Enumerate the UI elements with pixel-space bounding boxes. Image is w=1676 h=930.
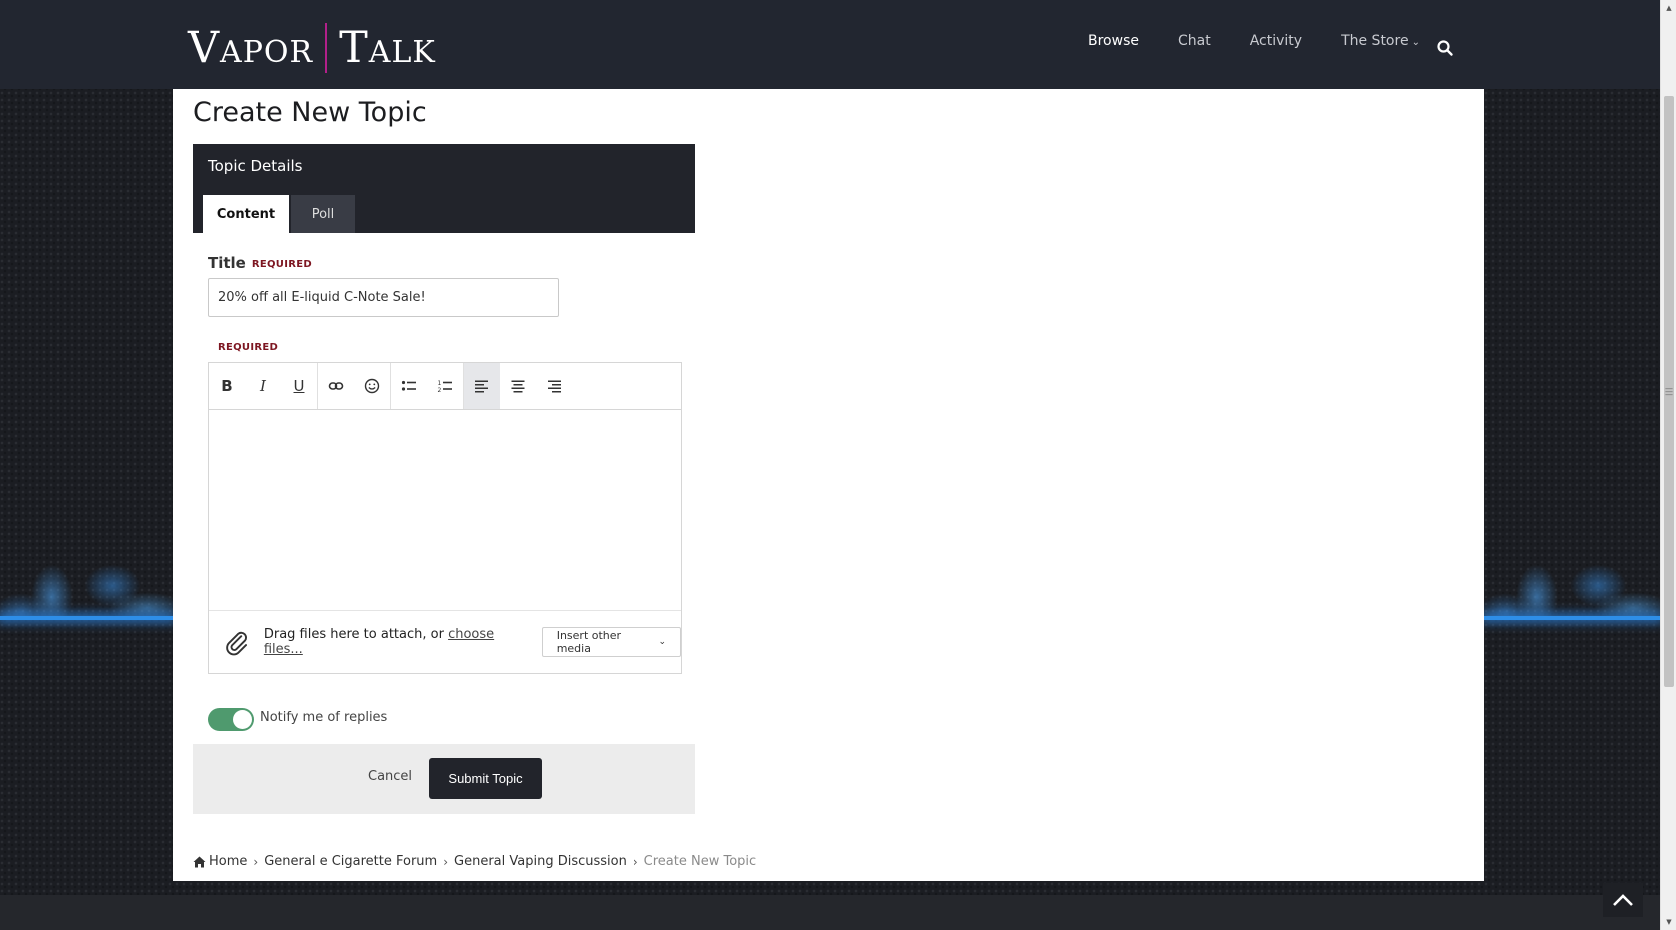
topic-details-header: Topic Details Content Poll (193, 144, 695, 233)
svg-text:1: 1 (438, 380, 442, 387)
align-center-button[interactable] (500, 363, 536, 409)
chevron-right-icon: › (443, 854, 449, 869)
bullet-list-button[interactable] (391, 363, 427, 409)
nav-activity[interactable]: Activity (1250, 33, 1302, 49)
cancel-button[interactable]: Cancel (368, 769, 412, 784)
chevron-down-icon: ⌄ (1411, 37, 1420, 48)
logo-word-left: Vapor (188, 23, 314, 73)
topic-details-label: Topic Details (208, 157, 303, 175)
numbered-list-button[interactable]: 12 (427, 363, 463, 409)
italic-icon: I (260, 377, 266, 395)
list-group: 12 (391, 363, 464, 409)
body-required-badge: REQUIRED (218, 342, 279, 353)
underline-button[interactable]: U (281, 363, 317, 409)
breadcrumb: Home › General e Cigarette Forum › Gener… (193, 854, 756, 869)
tab-content[interactable]: Content (203, 195, 289, 233)
align-left-icon (475, 380, 488, 393)
bold-button[interactable]: B (209, 363, 245, 409)
attachment-bar: Drag files here to attach, or choose fil… (209, 610, 681, 673)
search-icon[interactable] (1436, 39, 1454, 57)
toggle-knob (233, 710, 252, 729)
main-panel: Create New Topic Topic Details Content P… (173, 89, 1484, 881)
nav-the-store[interactable]: The Store ⌄ (1341, 33, 1420, 49)
breadcrumb-general-vaping[interactable]: General Vaping Discussion (454, 854, 627, 869)
align-right-icon (548, 380, 561, 393)
attach-text: Drag files here to attach, or (263, 627, 449, 642)
chevron-up-icon (1613, 894, 1633, 906)
insert-group (318, 363, 391, 409)
breadcrumb-current: Create New Topic (643, 854, 757, 869)
bold-icon: B (221, 377, 233, 395)
insert-media-button[interactable]: Insert other media ⌄ (541, 627, 681, 657)
breadcrumb-home[interactable]: Home (209, 854, 247, 869)
underline-icon: U (293, 377, 305, 395)
rich-text-editor: B I U 12 Drag files here to attach, or c… (208, 362, 682, 674)
site-logo[interactable]: Vapor Talk (188, 22, 436, 74)
scroll-down-arrow[interactable]: ▼ (1661, 914, 1676, 930)
align-right-button[interactable] (536, 363, 572, 409)
main-nav: Browse Chat Activity The Store ⌄ (1088, 33, 1459, 49)
nav-chat[interactable]: Chat (1178, 33, 1211, 49)
logo-divider (325, 23, 328, 73)
bullet-list-icon (401, 380, 416, 391)
title-field-label: Title REQUIRED (208, 254, 312, 272)
site-header: Vapor Talk Browse Chat Activity The Stor… (0, 0, 1660, 89)
scrollbar-grip: — — — (1665, 384, 1673, 399)
chevron-down-icon: ⌄ (658, 637, 666, 647)
align-group (464, 363, 572, 409)
nav-the-store-label: The Store (1341, 33, 1409, 49)
title-required-badge: REQUIRED (251, 259, 312, 270)
logo-word-right: Talk (339, 23, 436, 73)
breadcrumb-general-forum[interactable]: General e Cigarette Forum (264, 854, 437, 869)
footer-strip (0, 895, 1660, 930)
background-smoke-right (1484, 545, 1660, 625)
editor-toolbar: B I U 12 (209, 363, 681, 410)
link-icon (328, 382, 344, 390)
background-smoke-left (0, 545, 173, 625)
scroll-up-arrow[interactable]: ▲ (1661, 0, 1676, 16)
nav-browse[interactable]: Browse (1088, 33, 1139, 49)
tab-poll[interactable]: Poll (291, 195, 355, 233)
format-group: B I U (209, 363, 318, 409)
align-center-icon (511, 380, 525, 393)
title-label-text: Title (208, 254, 246, 272)
align-left-button[interactable] (464, 363, 500, 409)
svg-text:2: 2 (438, 387, 442, 394)
numbered-list-icon: 12 (438, 380, 452, 394)
notify-toggle[interactable] (208, 708, 254, 731)
notify-label: Notify me of replies (260, 710, 388, 725)
italic-button[interactable]: I (245, 363, 281, 409)
chevron-right-icon: › (632, 854, 638, 869)
page-scrollbar[interactable]: ▲ — — — ▼ (1660, 0, 1676, 930)
insert-media-label: Insert other media (556, 629, 622, 655)
paperclip-icon (226, 631, 247, 656)
link-button[interactable] (318, 363, 354, 409)
page-title: Create New Topic (193, 97, 427, 128)
back-to-top-button[interactable] (1603, 883, 1643, 917)
title-input[interactable] (208, 278, 559, 317)
home-icon (193, 856, 206, 867)
emoji-icon (364, 378, 380, 394)
editor-body[interactable] (209, 410, 681, 610)
emoji-button[interactable] (354, 363, 390, 409)
submit-topic-button[interactable]: Submit Topic (429, 758, 542, 799)
chevron-right-icon: › (253, 854, 259, 869)
attach-instructions: Drag files here to attach, or choose fil… (264, 627, 527, 657)
form-actions: Cancel Submit Topic (193, 744, 695, 814)
